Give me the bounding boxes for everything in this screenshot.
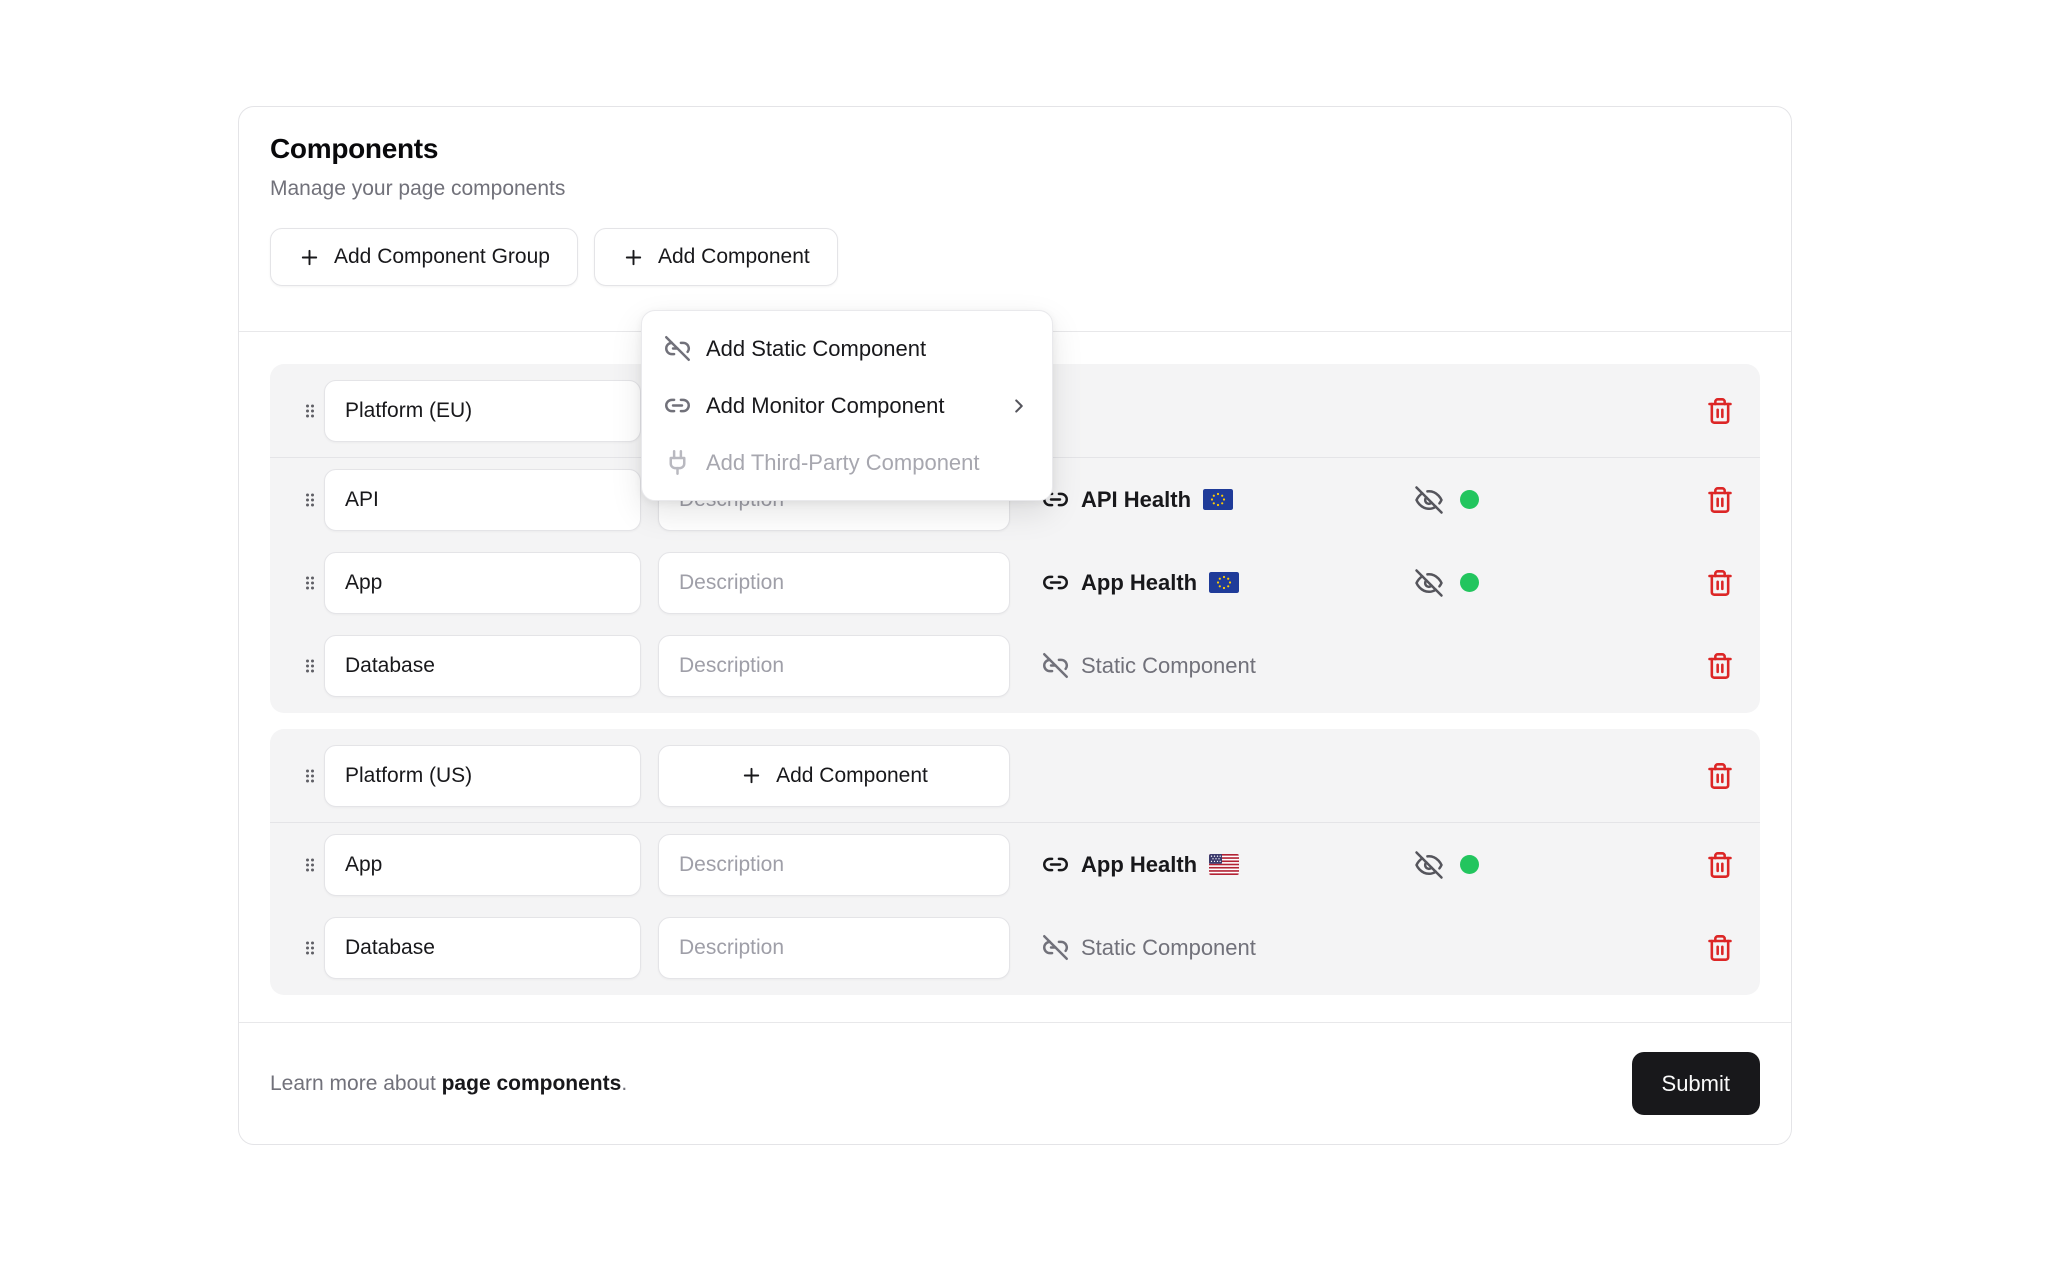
static-label: Static Component — [1081, 935, 1256, 961]
components-card: Components Manage your page components A… — [238, 106, 1792, 1145]
group-name-input[interactable] — [324, 745, 641, 807]
trash-icon — [1706, 851, 1734, 879]
eu-flag-icon — [1203, 489, 1233, 510]
monitor-name: API Health — [1081, 487, 1191, 513]
trash-icon — [1706, 652, 1734, 680]
group-header-row: Add Component — [270, 729, 1760, 823]
component-group-platform-us: Add Component — [270, 729, 1760, 995]
delete-component-button[interactable] — [1706, 569, 1734, 597]
group-add-component-label: Add Component — [776, 764, 928, 788]
menu-item-add-monitor-component[interactable]: Add Monitor Component — [642, 377, 1052, 434]
drag-handle-icon[interactable] — [300, 934, 320, 962]
status-dot — [1460, 855, 1479, 874]
chevron-right-icon — [1008, 395, 1030, 417]
linked-monitor: App Health — [1042, 851, 1414, 878]
static-component-label: Static Component — [1042, 934, 1414, 961]
status-dot — [1460, 573, 1479, 592]
add-component-group-label: Add Component Group — [334, 245, 550, 269]
link-icon — [1042, 569, 1069, 596]
menu-item-label: Add Static Component — [706, 336, 926, 362]
trash-icon — [1706, 486, 1734, 514]
link-off-icon — [1042, 652, 1069, 679]
card-header: Components Manage your page components A… — [239, 107, 1791, 332]
learn-more-prefix: Learn more about — [270, 1072, 442, 1095]
learn-more-suffix: . — [621, 1072, 627, 1095]
static-label: Static Component — [1081, 653, 1256, 679]
page: Components Manage your page components A… — [0, 0, 2054, 1280]
component-row-app: App Health — [270, 541, 1760, 624]
learn-more-text: Learn more about page components. — [270, 1072, 627, 1096]
component-description-input[interactable] — [658, 834, 1010, 896]
group-name-input[interactable] — [324, 380, 641, 442]
add-component-menu: Add Static Component Add Monitor Compone… — [641, 310, 1053, 501]
menu-item-add-third-party-component: Add Third-Party Component — [642, 434, 1052, 491]
delete-component-button[interactable] — [1706, 851, 1734, 879]
link-icon — [664, 392, 691, 419]
link-off-icon — [664, 335, 691, 362]
card-footer: Learn more about page components. Submit — [239, 1022, 1791, 1144]
delete-group-button[interactable] — [1706, 762, 1734, 790]
component-name-input[interactable] — [324, 917, 641, 979]
visibility-status — [1414, 568, 1479, 598]
monitor-name: App Health — [1081, 852, 1197, 878]
component-name-input[interactable] — [324, 552, 641, 614]
trash-icon — [1706, 934, 1734, 962]
menu-item-add-static-component[interactable]: Add Static Component — [642, 320, 1052, 377]
component-row-app: App Health — [270, 823, 1760, 906]
eye-off-icon[interactable] — [1414, 485, 1444, 515]
menu-item-label: Add Monitor Component — [706, 393, 944, 419]
toolbar: Add Component Group Add Component — [270, 228, 1760, 286]
page-title: Components — [270, 133, 1760, 165]
static-component-label: Static Component — [1042, 652, 1414, 679]
component-description-input[interactable] — [658, 917, 1010, 979]
component-row-database: Static Component — [270, 906, 1760, 989]
plus-icon — [622, 246, 645, 269]
drag-handle-icon[interactable] — [300, 397, 320, 425]
component-row-database: Static Component — [270, 624, 1760, 707]
menu-item-label: Add Third-Party Component — [706, 450, 980, 476]
monitor-name: App Health — [1081, 570, 1197, 596]
link-icon — [1042, 851, 1069, 878]
drag-handle-icon[interactable] — [300, 486, 320, 514]
component-description-input[interactable] — [658, 635, 1010, 697]
submit-button[interactable]: Submit — [1632, 1052, 1760, 1115]
trash-icon — [1706, 569, 1734, 597]
add-component-group-button[interactable]: Add Component Group — [270, 228, 578, 286]
visibility-status — [1414, 850, 1479, 880]
component-name-input[interactable] — [324, 469, 641, 531]
trash-icon — [1706, 762, 1734, 790]
component-description-input[interactable] — [658, 552, 1010, 614]
link-off-icon — [1042, 934, 1069, 961]
us-flag-icon — [1209, 854, 1239, 875]
visibility-status — [1414, 485, 1479, 515]
add-component-label: Add Component — [658, 245, 810, 269]
page-subtitle: Manage your page components — [270, 177, 1760, 201]
eye-off-icon[interactable] — [1414, 568, 1444, 598]
delete-component-button[interactable] — [1706, 652, 1734, 680]
delete-component-button[interactable] — [1706, 486, 1734, 514]
plus-icon — [298, 246, 321, 269]
drag-handle-icon[interactable] — [300, 762, 320, 790]
component-name-input[interactable] — [324, 635, 641, 697]
plug-icon — [664, 449, 691, 476]
add-component-button[interactable]: Add Component — [594, 228, 838, 286]
drag-handle-icon[interactable] — [300, 851, 320, 879]
delete-component-button[interactable] — [1706, 934, 1734, 962]
eu-flag-icon — [1209, 572, 1239, 593]
linked-monitor: API Health — [1042, 486, 1414, 513]
delete-group-button[interactable] — [1706, 397, 1734, 425]
group-add-component-button[interactable]: Add Component — [658, 745, 1010, 807]
eye-off-icon[interactable] — [1414, 850, 1444, 880]
trash-icon — [1706, 397, 1734, 425]
plus-icon — [740, 764, 763, 787]
drag-handle-icon[interactable] — [300, 652, 320, 680]
component-name-input[interactable] — [324, 834, 641, 896]
status-dot — [1460, 490, 1479, 509]
linked-monitor: App Health — [1042, 569, 1414, 596]
drag-handle-icon[interactable] — [300, 569, 320, 597]
page-components-link[interactable]: page components — [442, 1072, 622, 1095]
